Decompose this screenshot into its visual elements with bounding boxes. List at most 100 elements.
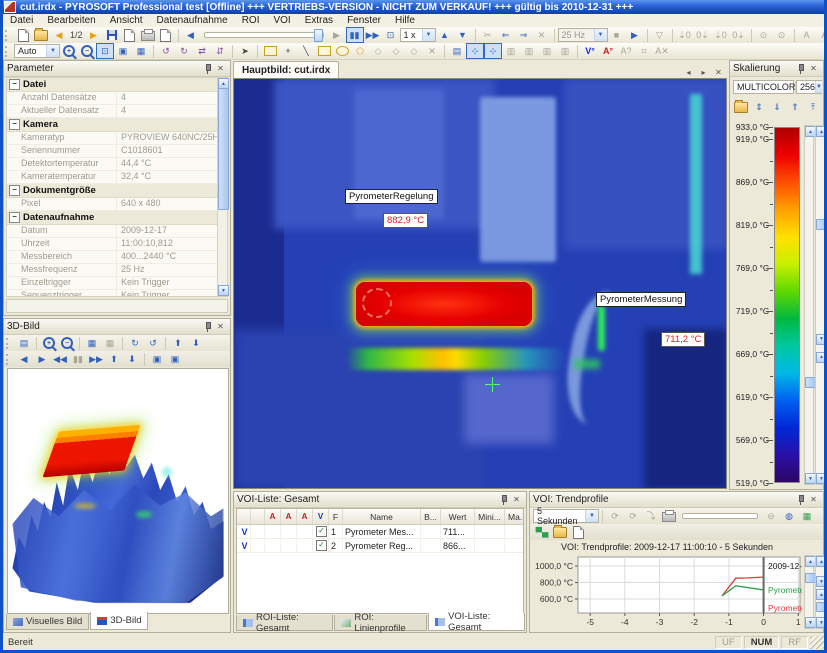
color-scale-bar[interactable] [774,127,800,483]
rewind-3d-button[interactable]: ◀◀ [51,351,69,367]
rotate-cw-button[interactable]: ↻ [126,335,144,351]
menu-item-datenaufnahme[interactable]: Datenaufnahme [150,15,235,26]
roi-polygon-button[interactable]: ⬠ [351,43,369,59]
reset-view-button[interactable]: ▤ [15,335,33,351]
scroll-up-icon[interactable]: ▲ [816,556,827,567]
menu-item-fenster[interactable]: Fenster [340,15,388,26]
next-record-button[interactable]: ▶ [85,27,103,43]
record-start-button[interactable]: ▶ [626,27,644,43]
parameter-row[interactable]: Detektortemperatur44,4 °C [7,158,217,171]
scale-max-down-button[interactable]: ⇓ [768,99,786,115]
collapse-icon[interactable]: − [9,119,20,130]
voi-column-10[interactable]: Mini... [475,509,505,524]
scale-min-thumb[interactable] [816,219,827,230]
scale-min-up-icon[interactable]: ▲ [816,126,827,137]
scale-fine-up-icon[interactable]: ▲ [816,352,827,363]
print-button[interactable] [139,27,157,43]
scale-max-slider[interactable]: ▲ ▼ [804,125,814,485]
alarm-delete-button[interactable]: A✕ [653,43,671,59]
forward-3d-button[interactable]: ▶▶ [87,351,105,367]
parameter-row[interactable]: Kameratemperatur32,4 °C [7,171,217,184]
sequence-trigger-off-button[interactable]: 0⇣ [730,27,748,43]
roi-delete-button[interactable]: ✕ [423,43,441,59]
playback-speed-select[interactable]: 1 x▼ [400,28,436,42]
zoom-fit-button[interactable]: ⊡ [96,43,114,59]
flip-vertical-button[interactable]: ⇵ [211,43,229,59]
menu-item-extras[interactable]: Extras [298,15,340,26]
close-button[interactable]: ✕ [807,63,820,75]
scale-fine-down-icon[interactable]: ▼ [816,334,827,345]
record-stop-button[interactable]: ■ [608,27,626,43]
alarm-label-button[interactable]: A° [599,43,617,59]
checkbox-checked[interactable]: ✓ [316,526,327,537]
frequency-select[interactable]: 25 Hz▼ [558,28,608,42]
play-3d-button[interactable]: ▶ [33,351,51,367]
alarm-list-button[interactable]: A [798,27,816,43]
parameter-grid[interactable]: −DateiAnzahl Datensätze4Aktueller Datens… [6,77,218,297]
trend-legend-button[interactable]: ▀▄ [533,524,551,540]
menu-item-datei[interactable]: Datei [3,15,40,26]
tab-voi-2[interactable]: VOI-Liste: Gesamt [428,613,525,631]
prev-record-button[interactable]: ◀ [50,27,68,43]
sequence-trigger-button[interactable]: ⇣0 [712,27,730,43]
voi-column-11[interactable]: Ma... [505,509,524,524]
profile-export-button[interactable]: ▥ [556,43,574,59]
scale-fine-down-icon[interactable]: ▼ [816,576,827,587]
voi-column-5[interactable]: V [313,509,329,524]
new-file-button[interactable] [14,27,32,43]
menu-item-voi[interactable]: VOI [266,15,297,26]
palette-open-button[interactable] [732,99,750,115]
scale-shift-down-button[interactable]: ⤓ [822,99,827,115]
line-profile-h-button[interactable]: ⊹ [466,43,484,59]
edit-sequence-button[interactable]: ✂ [479,27,497,43]
close-button[interactable]: ✕ [214,321,227,333]
trend-web-button[interactable]: ◍ [780,508,798,524]
section-header[interactable]: −Kamera [7,118,217,132]
copy-button[interactable] [121,27,139,43]
grid-off-button[interactable]: ▦ [101,335,119,351]
visual-image-button[interactable]: ▤ [448,43,466,59]
frame-up-button[interactable]: ▲ [436,27,454,43]
tab-hauptbild[interactable]: Hauptbild: cut.irdx [233,61,339,78]
zoom-in-button[interactable]: + [60,43,78,59]
scroll-down-icon[interactable]: ▼ [218,285,229,296]
lower-surface-button[interactable]: ⬇ [187,335,205,351]
annotation-regelung-label[interactable]: PyrometerRegelung [345,189,438,204]
step-back-button[interactable]: ◀ [182,27,200,43]
toolbar-grip[interactable] [5,46,10,57]
open-file-button[interactable] [32,27,50,43]
scroll-thumb[interactable] [816,602,827,612]
voi-column-9[interactable]: Wert [441,509,475,524]
frame-down-button[interactable]: ▼ [454,27,472,43]
flip-horizontal-button[interactable]: ⇄ [193,43,211,59]
fullscreen-button[interactable]: ▣ [114,43,132,59]
scroll-down-icon[interactable]: ▼ [816,617,827,628]
palette-select[interactable]: MULTICOLOR▼ [733,80,794,94]
resize-grip[interactable] [810,636,824,649]
scale-min-up-button[interactable]: ⇑ [786,99,804,115]
menu-item-roi[interactable]: ROI [235,15,267,26]
copy-view-button[interactable]: ▣ [166,351,184,367]
last-frame-button[interactable]: ⊡ [382,27,400,43]
delete-frames-button[interactable]: ✕ [533,27,551,43]
section-header[interactable]: −Dokumentgröße [7,184,217,198]
parameter-scrollbar[interactable]: ▲ ▼ [217,77,228,297]
trend-print-button[interactable] [660,508,678,524]
play-button[interactable]: ▶ [328,27,346,43]
toolbar-grip[interactable] [6,354,11,365]
tab-voi-0[interactable]: ROI-Liste: Gesamt [236,615,333,631]
pin-button[interactable] [201,321,214,333]
close-button[interactable]: ✕ [807,494,820,506]
parameter-row[interactable]: Messfrequenz25 Hz [7,264,217,277]
voi-column-8[interactable]: B... [421,509,441,524]
title-bar[interactable]: cut.irdx - PYROSOFT Professional test [O… [0,0,827,14]
zoom-mode-select[interactable]: Auto▼ [14,44,60,58]
first-frame-button[interactable]: ◀ [15,351,33,367]
menu-item-bearbeiten[interactable]: Bearbeiten [40,15,102,26]
voi-column-0[interactable] [237,509,251,524]
collapse-icon[interactable]: − [9,79,20,90]
single-trigger-off-button[interactable]: 0⇣ [694,27,712,43]
tab-bild3d-0[interactable]: Visuelles Bild [6,614,89,630]
trend-chart[interactable]: -5-4-3-2-1011000,0 °C800,0 °C600,0 °C200… [534,553,802,631]
rotate-ccw-button[interactable]: ↺ [144,335,162,351]
